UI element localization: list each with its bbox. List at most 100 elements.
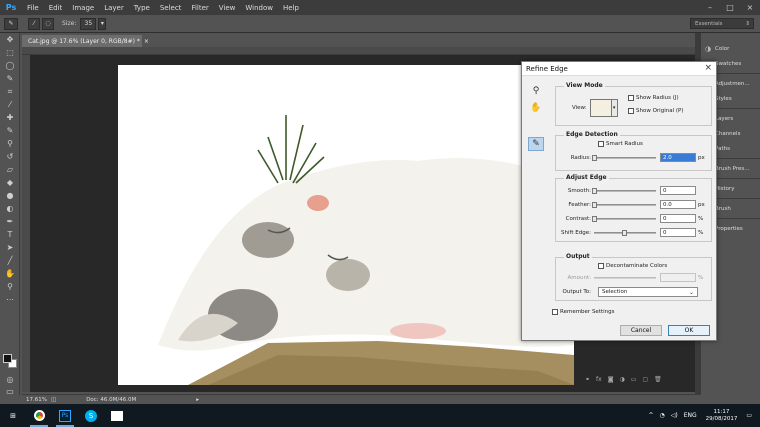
radius-slider-thumb[interactable] xyxy=(592,154,597,161)
radius-input[interactable]: 2.0 xyxy=(660,153,696,162)
shift-edge-input[interactable]: 0 xyxy=(660,228,696,237)
volume-icon[interactable]: ◁) xyxy=(671,412,678,419)
maximize-button[interactable]: □ xyxy=(720,0,740,15)
show-radius-row[interactable]: Show Radius (J) xyxy=(628,95,679,101)
type-tool-icon[interactable]: T xyxy=(0,228,20,241)
tool-preset-picker[interactable]: ✎ xyxy=(4,17,18,30)
clock[interactable]: 11:17 29/08/2017 xyxy=(706,409,738,423)
output-to-select[interactable]: Selection ⌄ xyxy=(598,287,698,297)
new-layer-icon[interactable]: ▢ xyxy=(642,376,648,383)
contrast-slider-thumb[interactable] xyxy=(592,215,597,222)
feather-slider-thumb[interactable] xyxy=(592,201,597,208)
network-icon[interactable]: ◔ xyxy=(659,412,664,419)
hand-icon[interactable]: ✋ xyxy=(528,101,544,115)
menu-file[interactable]: File xyxy=(22,4,44,12)
brush-tool-icon[interactable]: ✎ xyxy=(0,124,20,137)
crop-tool-icon[interactable]: ⌗ xyxy=(0,85,20,98)
hand-tool-icon[interactable]: ✋ xyxy=(0,267,20,280)
radius-slider[interactable] xyxy=(592,154,656,161)
contrast-slider[interactable] xyxy=(592,215,656,222)
menu-window[interactable]: Window xyxy=(240,4,278,12)
menu-layer[interactable]: Layer xyxy=(99,4,129,12)
pen-tool-icon[interactable]: ✒ xyxy=(0,215,20,228)
cat-photo[interactable] xyxy=(118,65,574,385)
document-tab[interactable]: Cat.jpg @ 17.6% (Layer 0, RGB/8#) * × xyxy=(22,35,149,47)
size-value[interactable]: 35 xyxy=(80,17,97,30)
healing-brush-tool-icon[interactable]: ✚ xyxy=(0,111,20,124)
language-indicator[interactable]: ENG xyxy=(684,412,697,419)
adjustment-layer-icon[interactable]: ◑ xyxy=(620,376,625,383)
history-brush-tool-icon[interactable]: ↺ xyxy=(0,150,20,163)
screen-mode-icon[interactable]: ▭ xyxy=(0,385,20,398)
menu-edit[interactable]: Edit xyxy=(44,4,68,12)
chrome-icon[interactable] xyxy=(26,404,52,427)
zoom-level[interactable]: 17.61% xyxy=(26,397,47,403)
decontaminate-row[interactable]: Decontaminate Colors xyxy=(598,263,667,269)
smooth-input[interactable]: 0 xyxy=(660,186,696,195)
decontaminate-checkbox[interactable] xyxy=(598,263,604,269)
line-tool-icon[interactable]: ╱ xyxy=(0,254,20,267)
blur-tool-icon[interactable]: ● xyxy=(0,189,20,202)
show-original-checkbox[interactable] xyxy=(628,108,634,114)
show-radius-checkbox[interactable] xyxy=(628,95,634,101)
ok-button[interactable]: OK xyxy=(668,325,710,336)
menu-view[interactable]: View xyxy=(214,4,241,12)
remember-settings-checkbox[interactable] xyxy=(552,309,558,315)
zoom-tool-icon[interactable]: ⚲ xyxy=(0,280,20,293)
contrast-input[interactable]: 0 xyxy=(660,214,696,223)
menu-type[interactable]: Type xyxy=(129,4,155,12)
refine-radius-tool-icon[interactable]: ⁄ xyxy=(28,17,40,30)
new-group-icon[interactable]: ▭ xyxy=(631,376,637,383)
quick-select-tool-icon[interactable]: ✎ xyxy=(0,72,20,85)
shift-edge-slider-thumb[interactable] xyxy=(622,229,627,236)
dialog-titlebar[interactable]: Refine Edge xyxy=(522,62,716,76)
size-dropdown-icon[interactable]: ▾ xyxy=(98,17,107,30)
add-mask-icon[interactable]: ◙ xyxy=(608,376,614,383)
clone-stamp-tool-icon[interactable]: ⚲ xyxy=(0,137,20,150)
menu-image[interactable]: Image xyxy=(67,4,99,12)
eraser-tool-icon[interactable]: ▱ xyxy=(0,163,20,176)
minimize-button[interactable]: – xyxy=(700,0,720,15)
show-original-row[interactable]: Show Original (P) xyxy=(628,108,683,114)
workspace-dropdown[interactable]: Essentials ⇕ xyxy=(690,18,754,29)
path-select-tool-icon[interactable]: ➤ xyxy=(0,241,20,254)
smart-radius-row[interactable]: Smart Radius xyxy=(598,141,643,147)
smooth-slider-thumb[interactable] xyxy=(592,187,597,194)
menu-help[interactable]: Help xyxy=(278,4,304,12)
view-thumbnail[interactable] xyxy=(589,99,612,117)
smart-radius-checkbox[interactable] xyxy=(598,141,604,147)
feather-slider[interactable] xyxy=(592,201,656,208)
link-layers-icon[interactable]: ⚭ xyxy=(585,376,590,383)
shift-edge-slider[interactable] xyxy=(594,229,656,236)
zoom-icon[interactable]: ⚲ xyxy=(528,84,544,98)
lasso-tool-icon[interactable]: ◯ xyxy=(0,59,20,72)
remember-settings-row[interactable]: Remember Settings xyxy=(552,309,615,315)
paint-bucket-tool-icon[interactable]: ◆ xyxy=(0,176,20,189)
photoshop-taskbar-icon[interactable]: Ps xyxy=(52,404,78,427)
view-dropdown-icon[interactable]: ▾ xyxy=(611,99,618,117)
marquee-tool-icon[interactable]: ⬚ xyxy=(0,46,20,59)
more-tools-icon[interactable]: ⋯ xyxy=(0,293,20,306)
windows-start-icon[interactable]: ⊞ xyxy=(0,404,26,427)
menu-select[interactable]: Select xyxy=(155,4,187,12)
feather-input[interactable]: 0.0 xyxy=(660,200,696,209)
move-tool-icon[interactable]: ✥ xyxy=(0,33,20,46)
fx-icon[interactable]: fx xyxy=(596,376,602,383)
panel-color[interactable]: ◑ Color xyxy=(701,41,760,56)
skype-icon[interactable]: S xyxy=(78,404,104,427)
close-button[interactable]: × xyxy=(740,0,760,15)
status-arrow-icon[interactable]: ▸ xyxy=(196,397,199,403)
notifications-icon[interactable]: ▭ xyxy=(746,412,752,419)
photos-icon[interactable] xyxy=(104,404,130,427)
delete-layer-icon[interactable]: 🗑 xyxy=(654,376,662,383)
menu-filter[interactable]: Filter xyxy=(186,4,213,12)
eyedropper-tool-icon[interactable]: ⁄ xyxy=(0,98,20,111)
close-document-icon[interactable]: × xyxy=(144,38,149,45)
smooth-slider[interactable] xyxy=(592,187,656,194)
foreground-color-swatch[interactable] xyxy=(3,354,12,363)
refine-radius-brush-icon[interactable]: ✎ xyxy=(528,137,544,151)
erase-refinements-tool-icon[interactable]: ◌ xyxy=(42,17,54,30)
dialog-close-icon[interactable]: × xyxy=(704,63,712,73)
cancel-button[interactable]: Cancel xyxy=(620,325,662,336)
dodge-tool-icon[interactable]: ◐ xyxy=(0,202,20,215)
